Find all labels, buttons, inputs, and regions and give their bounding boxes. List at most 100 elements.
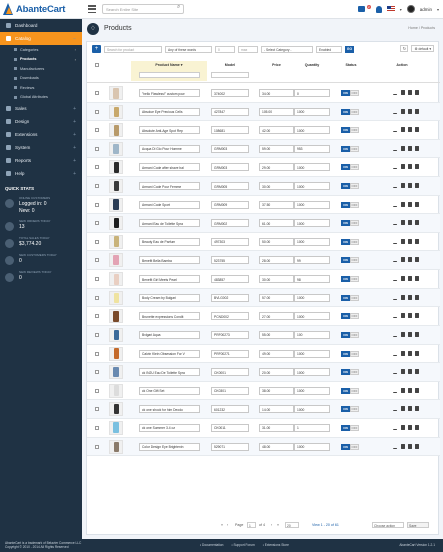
product-name-input[interactable]: "hello Flawless!" custom pow <box>139 89 200 97</box>
product-name-input[interactable]: Benefit Girl Meets Pearl <box>139 275 200 284</box>
save-icon[interactable] <box>400 238 405 244</box>
save-icon[interactable] <box>400 164 405 170</box>
product-quantity-input[interactable]: 1000 <box>294 107 330 116</box>
edit-icon[interactable] <box>392 313 400 319</box>
edit-icon[interactable] <box>392 424 400 430</box>
user-name[interactable]: admin <box>420 7 432 12</box>
price-from-input[interactable]: 0 <box>215 45 235 53</box>
product-model-input[interactable]: 427847 <box>211 107 249 116</box>
chevron-down-icon[interactable]: ▾ <box>400 7 402 12</box>
product-quantity-input[interactable]: 1000 <box>294 200 330 209</box>
product-thumbnail[interactable] <box>109 309 123 324</box>
save-button[interactable]: Save <box>407 522 429 528</box>
row-checkbox[interactable] <box>95 258 99 263</box>
save-icon[interactable] <box>400 443 405 449</box>
column-header-quantity[interactable]: Quantity <box>294 63 330 67</box>
sidebar-subitem-products[interactable]: Products › <box>0 55 82 65</box>
save-icon[interactable] <box>400 90 405 95</box>
product-price-input[interactable]: 38.00 <box>259 386 294 395</box>
edit-icon[interactable] <box>392 127 400 133</box>
name-filter-input[interactable] <box>139 72 200 78</box>
prev-page-icon[interactable]: ‹ <box>227 523 228 527</box>
copy-icon[interactable] <box>414 257 419 263</box>
copy-icon[interactable] <box>414 164 419 170</box>
product-thumbnail[interactable] <box>109 86 123 100</box>
product-model-input[interactable]: GRM005 <box>211 182 249 191</box>
product-quantity-input[interactable]: 1 <box>294 423 330 432</box>
trash-icon[interactable] <box>407 108 412 114</box>
product-thumbnail[interactable] <box>109 216 123 231</box>
status-toggle[interactable]: ON OFF <box>341 257 359 264</box>
product-quantity-input[interactable]: 1000 <box>294 405 330 414</box>
edit-icon[interactable] <box>392 387 400 393</box>
product-thumbnail[interactable] <box>109 104 123 119</box>
product-price-input[interactable]: 61.00 <box>259 219 294 228</box>
trash-icon[interactable] <box>407 406 412 412</box>
page-number-input[interactable]: 1 <box>247 522 256 528</box>
model-filter-input[interactable] <box>211 72 249 78</box>
edit-icon[interactable] <box>392 350 400 356</box>
row-checkbox[interactable] <box>95 388 99 393</box>
column-header-model[interactable]: Model <box>211 63 249 67</box>
edit-icon[interactable] <box>392 276 400 282</box>
status-toggle[interactable]: ON OFF <box>341 220 359 227</box>
status-toggle[interactable]: ON OFF <box>341 127 359 134</box>
status-toggle[interactable]: ON OFF <box>341 331 359 338</box>
product-thumbnail[interactable] <box>109 179 123 194</box>
status-toggle[interactable]: ON OFF <box>341 108 359 115</box>
product-name-input[interactable]: Color Design Eye Brightenin <box>139 442 200 451</box>
product-price-input[interactable]: 57.00 <box>259 293 294 302</box>
trash-icon[interactable] <box>407 387 412 393</box>
trash-icon[interactable] <box>407 276 412 282</box>
trash-icon[interactable] <box>407 369 412 375</box>
product-thumbnail[interactable] <box>109 402 123 417</box>
row-checkbox[interactable] <box>95 407 99 412</box>
edit-icon[interactable] <box>392 201 400 207</box>
product-quantity-input[interactable]: 1000 <box>294 293 330 302</box>
product-thumbnail[interactable] <box>109 253 123 268</box>
product-model-input[interactable]: 483857 <box>211 275 249 284</box>
copy-icon[interactable] <box>414 387 419 393</box>
status-toggle[interactable]: ON OFF <box>341 164 359 171</box>
status-toggle[interactable]: ON OFF <box>341 406 359 413</box>
status-select[interactable]: Enabled <box>316 45 342 53</box>
copy-icon[interactable] <box>414 90 419 95</box>
select-all-checkbox[interactable] <box>95 63 99 67</box>
product-thumbnail[interactable] <box>109 272 123 287</box>
save-icon[interactable] <box>400 350 405 356</box>
product-thumbnail[interactable] <box>109 123 123 138</box>
product-name-input[interactable]: Armani Code after shave bal <box>139 163 200 172</box>
product-price-input[interactable]: 29.00 <box>259 163 294 172</box>
status-toggle[interactable]: ON OFF <box>341 90 359 96</box>
copy-icon[interactable] <box>414 294 419 300</box>
product-price-input[interactable]: 42.00 <box>259 126 294 135</box>
save-icon[interactable] <box>400 424 405 430</box>
product-thumbnail[interactable] <box>109 383 123 398</box>
copy-icon[interactable] <box>414 220 419 226</box>
copy-icon[interactable] <box>414 350 419 356</box>
trash-icon[interactable] <box>407 145 412 151</box>
edit-icon[interactable] <box>392 238 400 244</box>
trash-icon[interactable] <box>407 257 412 263</box>
trash-icon[interactable] <box>407 313 412 319</box>
product-quantity-input[interactable]: 98 <box>294 275 330 284</box>
sidebar-item-sales[interactable]: Sales + <box>0 102 82 115</box>
product-name-input[interactable]: Armani Code Pour Femme <box>139 182 200 191</box>
product-price-input[interactable]: 30.00 <box>259 275 294 284</box>
column-header-status[interactable]: Status <box>339 63 363 67</box>
product-name-input[interactable]: Bvlgari Aqua <box>139 330 200 339</box>
product-name-input[interactable]: Body Cream by Bulgari <box>139 293 200 302</box>
product-name-input[interactable]: ck IN2U Eau De Toilette Spra <box>139 368 200 377</box>
save-icon[interactable] <box>400 294 405 300</box>
product-quantity-input[interactable]: 1000 <box>294 349 330 358</box>
product-name-input[interactable]: Calvin Klein Obsession For V <box>139 349 200 358</box>
save-icon[interactable] <box>400 257 405 263</box>
collapse-icon[interactable]: − <box>73 36 76 42</box>
status-toggle[interactable]: ON OFF <box>341 313 359 320</box>
copy-icon[interactable] <box>414 443 419 449</box>
product-price-input[interactable]: 55.00 <box>259 330 294 339</box>
breadcrumb[interactable]: Home / Products <box>408 26 435 30</box>
row-checkbox[interactable] <box>95 184 99 189</box>
product-name-input[interactable]: Acqua Di Gio Pour Homme <box>139 144 200 153</box>
add-product-button[interactable]: + <box>92 45 101 53</box>
